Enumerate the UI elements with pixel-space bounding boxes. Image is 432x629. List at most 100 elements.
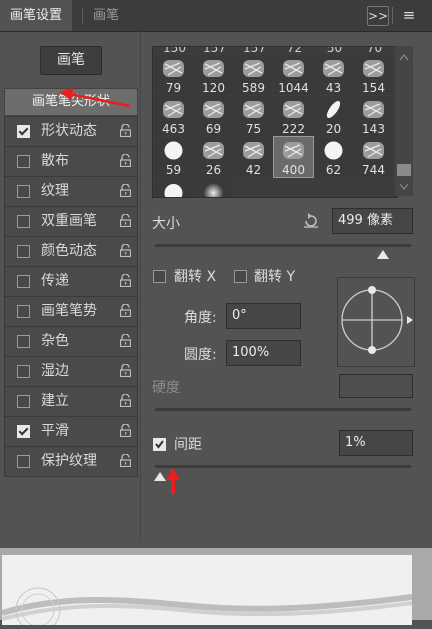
option-checkbox[interactable] [17, 365, 30, 378]
brush-preset-cell[interactable]: 62 [314, 137, 353, 177]
brush-size-label: 120 [202, 81, 225, 95]
option-checkbox[interactable] [17, 335, 30, 348]
option-checkbox[interactable] [17, 305, 30, 318]
brush-preset-cell[interactable]: 43 [314, 55, 353, 95]
texture-brush-icon [283, 101, 304, 118]
option-checkbox[interactable] [17, 395, 30, 408]
option-checkbox[interactable] [17, 155, 30, 168]
lock-icon[interactable] [120, 274, 131, 287]
roundness-field[interactable]: 100% [226, 340, 301, 366]
lock-icon[interactable] [120, 124, 131, 137]
lock-icon[interactable] [120, 214, 131, 227]
brush-size-label: 744 [362, 163, 385, 177]
texture-brush-icon [243, 101, 264, 118]
option-label: 形状动态 [41, 123, 97, 139]
lock-icon[interactable] [120, 424, 131, 437]
lock-icon[interactable] [120, 334, 131, 347]
brush-option-row[interactable]: 散布 [4, 146, 138, 177]
brush-option-row[interactable]: 保护纹理 [4, 446, 138, 477]
brush-preset-cell[interactable]: 1044 [274, 55, 313, 95]
brush-size-label: 157 [243, 46, 266, 55]
brush-option-row[interactable]: 湿边 [4, 356, 138, 387]
brush-preset-cell[interactable]: 154 [354, 55, 393, 95]
annotation-up-arrow-icon [166, 468, 180, 494]
brush-preset-cell[interactable]: 463 [154, 96, 193, 136]
lock-icon[interactable] [120, 244, 131, 257]
brush-preset-cell[interactable]: 400 [273, 136, 314, 178]
brush-preset-cell[interactable]: 589 [234, 55, 273, 95]
option-checkbox[interactable] [17, 425, 30, 438]
lock-icon[interactable] [120, 394, 131, 407]
spacing-slider-handle[interactable] [154, 472, 166, 481]
brush-preset-cell[interactable]: 120 [194, 55, 233, 95]
brush-preset-cell[interactable]: 222 [274, 96, 313, 136]
option-checkbox[interactable] [17, 215, 30, 228]
brush-option-row[interactable]: 双重画笔 [4, 206, 138, 237]
flip-y-label: 翻转 Y [254, 269, 296, 285]
brush-option-row[interactable]: 建立 [4, 386, 138, 417]
brush-preset-cell[interactable]: 79 [154, 55, 193, 95]
option-label: 散布 [41, 153, 69, 169]
lock-icon[interactable] [120, 364, 131, 377]
option-label: 保护纹理 [41, 453, 97, 469]
option-checkbox[interactable] [17, 275, 30, 288]
option-checkbox[interactable] [17, 245, 30, 258]
option-checkbox[interactable] [17, 185, 30, 198]
brush-size-label: 400 [282, 163, 305, 177]
brush-size-label: 154 [362, 81, 385, 95]
brush-preset-cell[interactable]: 20 [314, 96, 353, 136]
expand-panel-button[interactable]: >> [367, 6, 389, 26]
spacing-checkbox[interactable] [153, 438, 166, 451]
flip-x-label: 翻转 X [174, 269, 217, 285]
brush-size-label: 463 [162, 122, 185, 136]
lock-icon[interactable] [120, 184, 131, 197]
brush-option-row[interactable]: 杂色 [4, 326, 138, 357]
size-slider-handle[interactable] [376, 250, 389, 259]
brush-preset-cell[interactable]: 744 [354, 137, 393, 177]
option-label: 湿边 [41, 363, 69, 379]
brushes-button[interactable]: 画笔 [40, 46, 102, 75]
brush-size-label: 75 [245, 122, 262, 136]
brush-preset-cell[interactable]: 26 [194, 137, 233, 177]
stroke-preview-icon [1, 587, 413, 629]
flip-y-checkbox[interactable] [234, 270, 247, 283]
size-value-field[interactable]: 499 像素 [332, 208, 413, 234]
brush-option-row[interactable]: 传递 [4, 266, 138, 297]
brush-grid-scrollbar[interactable] [395, 46, 413, 196]
brush-preset-cell[interactable]: 75 [234, 96, 273, 136]
tab-brushes[interactable]: 画笔 [83, 0, 129, 31]
angle-roundness-widget[interactable] [337, 277, 415, 367]
divider [392, 7, 393, 24]
lock-icon[interactable] [120, 454, 131, 467]
texture-brush-icon [203, 142, 224, 159]
tab-brush-settings[interactable]: 画笔设置 [0, 0, 73, 31]
brush-option-row[interactable]: 形状动态 [4, 116, 138, 147]
brush-option-row[interactable]: 画笔笔势 [4, 296, 138, 327]
lock-icon[interactable] [120, 304, 131, 317]
spacing-slider-track[interactable] [155, 465, 411, 468]
flip-x-checkbox[interactable] [153, 270, 166, 283]
brush-option-row[interactable]: 颜色动态 [4, 236, 138, 267]
size-slider-track[interactable] [155, 244, 411, 247]
angle-field[interactable]: 0° [226, 303, 301, 329]
hamburger-menu-icon: ≡ [402, 6, 416, 24]
brush-preset-cell[interactable]: 69 [194, 96, 233, 136]
brush-size-label: 50 [326, 46, 343, 55]
reset-size-icon[interactable] [302, 212, 320, 230]
spacing-field[interactable]: 1% [339, 430, 413, 456]
lock-icon[interactable] [120, 154, 131, 167]
option-checkbox[interactable] [17, 455, 30, 468]
option-checkbox[interactable] [17, 125, 30, 138]
brush-size-label: 59 [165, 163, 182, 177]
brush-option-row[interactable]: 纹理 [4, 176, 138, 207]
brush-preset-cell[interactable] [194, 178, 233, 197]
panel-menu-button[interactable]: ≡ [400, 6, 418, 24]
brush-preset-cell[interactable]: 143 [354, 96, 393, 136]
brush-preset-cell[interactable] [154, 178, 193, 197]
brush-preset-cell[interactable]: 59 [154, 137, 193, 177]
texture-brush-icon [363, 142, 384, 159]
brush-preset-cell[interactable]: 42 [234, 137, 273, 177]
size-label: 大小 [152, 216, 180, 232]
option-label: 平滑 [41, 423, 69, 439]
brush-option-row[interactable]: 平滑 [4, 416, 138, 447]
